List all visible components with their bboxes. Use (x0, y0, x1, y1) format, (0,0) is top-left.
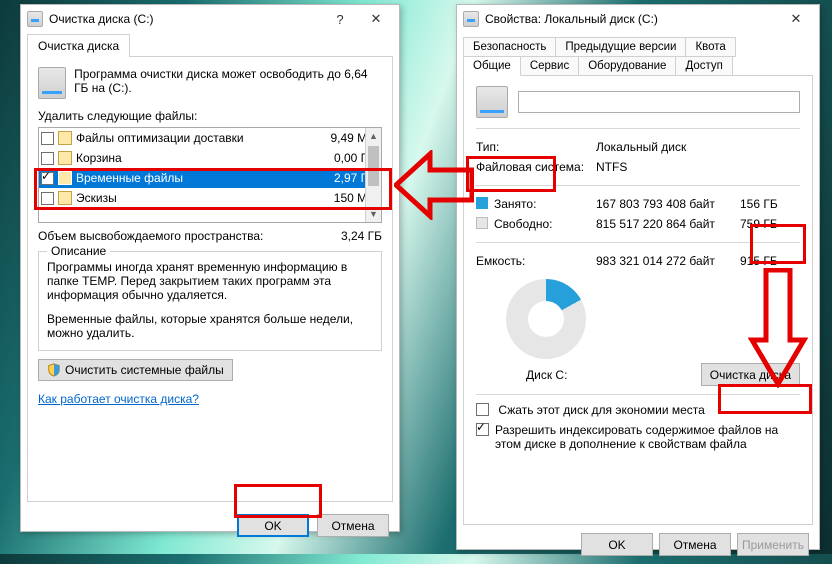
tab-general[interactable]: Общие (463, 56, 521, 76)
tab-quota[interactable]: Квота (685, 37, 735, 57)
delete-label: Удалить следующие файлы: (38, 109, 382, 123)
list-item[interactable]: Файлы оптимизации доставки 9,49 МБ (39, 128, 381, 148)
description-text-2: Временные файлы, которые хранятся больше… (47, 312, 373, 340)
checkbox[interactable] (41, 152, 54, 165)
drive-icon (38, 67, 66, 99)
compress-checkbox[interactable] (476, 403, 489, 416)
capacity-bytes: 983 321 014 272 байт (596, 254, 740, 268)
used-label: Занято: (494, 197, 536, 211)
cancel-button[interactable]: Отмена (317, 514, 389, 537)
freeing-label: Объем высвобождаемого пространства: (38, 229, 263, 243)
description-group: Описание Программы иногда хранят временн… (38, 251, 382, 351)
drive-properties-dialog: Свойства: Локальный диск (C:) ✕ Безопасн… (456, 4, 820, 550)
close-button[interactable]: ✕ (779, 8, 813, 30)
used-gb: 156 ГБ (740, 197, 800, 211)
disk-cleanup-button[interactable]: Очистка диска (701, 363, 800, 386)
tab-previous-versions[interactable]: Предыдущие версии (555, 37, 686, 57)
disk-cleanup-dialog: Очистка диска (C:) ? ✕ Очистка диска Про… (20, 4, 400, 532)
drive-icon (27, 11, 43, 27)
shield-icon (47, 363, 61, 377)
clean-system-files-button[interactable]: Очистить системные файлы (38, 359, 233, 381)
ok-button[interactable]: OK (581, 533, 653, 556)
disk-name: Диск C: (526, 368, 567, 382)
capacity-gb: 915 ГБ (740, 254, 800, 268)
list-item[interactable]: Временные файлы 2,97 ГБ (39, 168, 381, 188)
tab-sharing[interactable]: Доступ (675, 56, 732, 76)
free-color-icon (476, 217, 488, 229)
type-value: Локальный диск (596, 140, 800, 154)
item-name: Корзина (76, 151, 305, 165)
tab-tools[interactable]: Сервис (520, 56, 579, 76)
titlebar[interactable]: Свойства: Локальный диск (C:) ✕ (457, 5, 819, 33)
indexing-checkbox[interactable] (476, 423, 489, 436)
file-icon (58, 131, 72, 145)
ok-button[interactable]: OK (237, 514, 309, 537)
usage-pie-chart (506, 279, 586, 359)
scroll-down-icon[interactable]: ▼ (366, 206, 381, 222)
indexing-label: Разрешить индексировать содержимое файло… (495, 423, 800, 451)
tab-security[interactable]: Безопасность (463, 37, 556, 57)
free-label: Свободно: (494, 217, 553, 231)
checkbox[interactable] (41, 172, 54, 185)
item-name: Временные файлы (76, 171, 305, 185)
file-icon (58, 171, 72, 185)
free-bytes: 815 517 220 864 байт (596, 217, 740, 231)
drive-icon (463, 11, 479, 27)
group-title: Описание (47, 244, 110, 258)
checkbox[interactable] (41, 192, 54, 205)
scroll-up-icon[interactable]: ▲ (366, 128, 381, 144)
item-name: Эскизы (76, 191, 305, 205)
how-it-works-link[interactable]: Как работает очистка диска? (38, 392, 199, 406)
cancel-button[interactable]: Отмена (659, 533, 731, 556)
window-title: Очистка диска (C:) (49, 12, 154, 26)
list-item[interactable]: Эскизы 150 МБ (39, 188, 381, 208)
file-icon (58, 151, 72, 165)
volume-name-input[interactable] (518, 91, 800, 113)
scrollbar[interactable]: ▲ ▼ (365, 128, 381, 222)
used-color-icon (476, 197, 488, 209)
titlebar[interactable]: Очистка диска (C:) ? ✕ (21, 5, 399, 33)
fs-label: Файловая система: (476, 160, 596, 174)
capacity-label: Емкость: (476, 254, 596, 268)
file-list[interactable]: Файлы оптимизации доставки 9,49 МБ Корзи… (38, 127, 382, 223)
used-bytes: 167 803 793 408 байт (596, 197, 740, 211)
free-gb: 759 ГБ (740, 217, 800, 231)
freeing-value: 3,24 ГБ (341, 229, 382, 243)
tab-cleanup[interactable]: Очистка диска (27, 34, 130, 57)
file-icon (58, 191, 72, 205)
close-button[interactable]: ✕ (359, 8, 393, 30)
apply-button[interactable]: Применить (737, 533, 809, 556)
help-button[interactable]: ? (323, 8, 357, 30)
button-label: Очистить системные файлы (65, 363, 224, 377)
scroll-thumb[interactable] (368, 146, 379, 186)
window-title: Свойства: Локальный диск (C:) (485, 12, 658, 26)
type-label: Тип: (476, 140, 596, 154)
checkbox[interactable] (41, 132, 54, 145)
tab-hardware[interactable]: Оборудование (578, 56, 676, 76)
fs-value: NTFS (596, 160, 800, 174)
compress-label: Сжать этот диск для экономии места (498, 403, 704, 417)
list-item[interactable]: Корзина 0,00 ГБ (39, 148, 381, 168)
item-name: Файлы оптимизации доставки (76, 131, 305, 145)
intro-text: Программа очистки диска может освободить… (74, 67, 382, 99)
description-text: Программы иногда хранят временную информ… (47, 260, 373, 302)
drive-icon (476, 86, 508, 118)
